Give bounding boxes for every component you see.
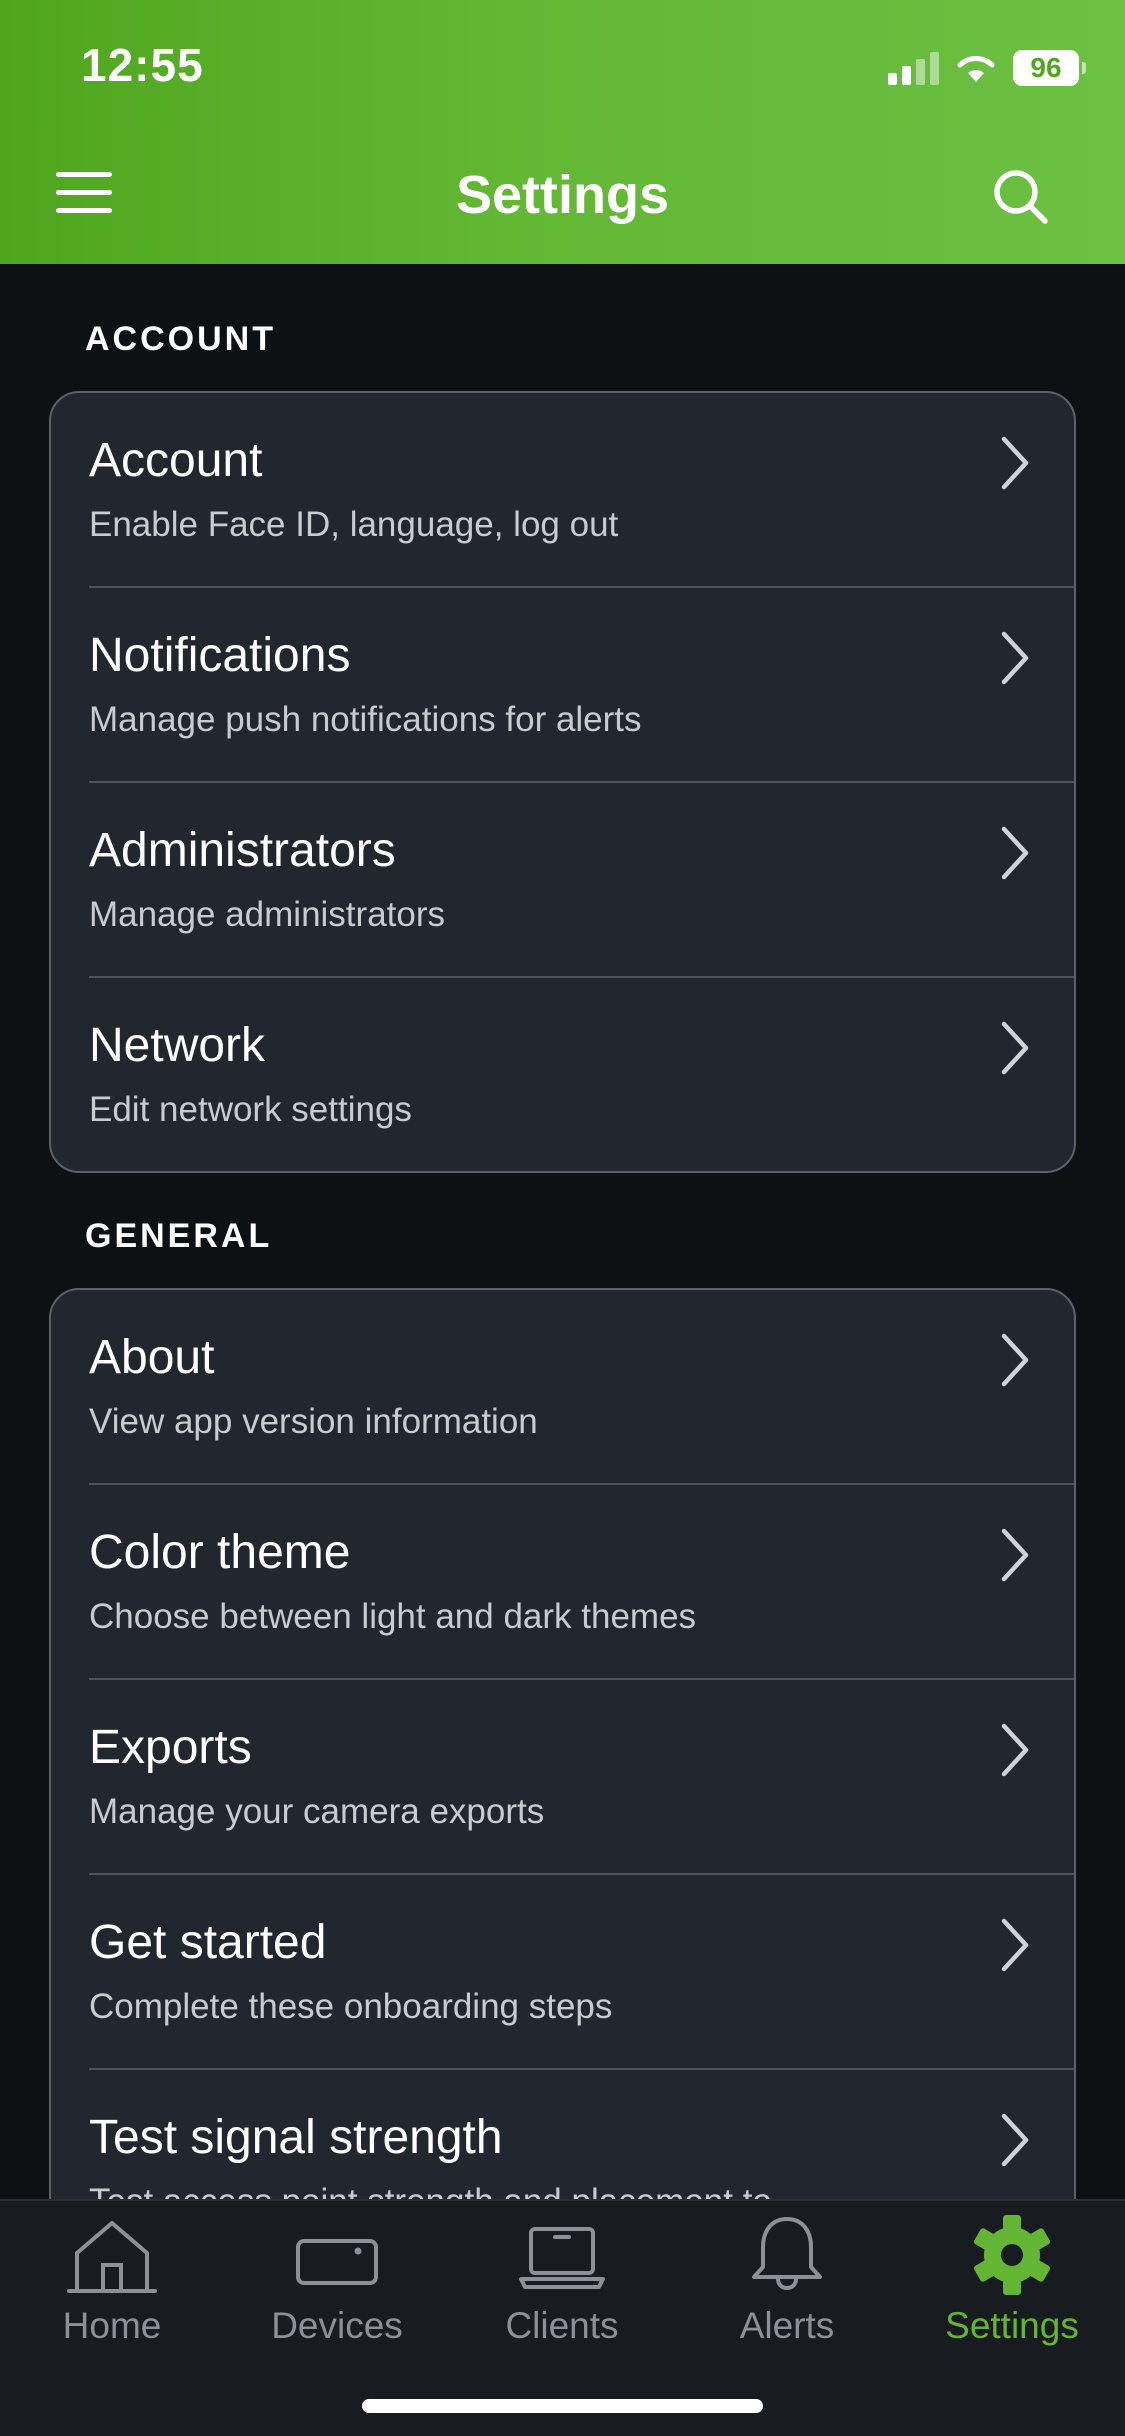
tab-label: Home <box>62 2305 162 2346</box>
chevron-right-icon <box>1001 2113 1029 2167</box>
row-subtitle: Enable Face ID, language, log out <box>89 505 619 544</box>
home-icon <box>67 2221 157 2293</box>
row-subtitle: Manage push notifications for alerts <box>89 700 642 739</box>
chevron-right-icon <box>1001 1021 1029 1075</box>
chevron-right-icon <box>1001 436 1029 490</box>
settings-row-administrators[interactable]: Administrators Manage administrators <box>51 783 1074 978</box>
row-title: Color theme <box>89 1526 351 1579</box>
status-time: 12:55 <box>81 39 204 91</box>
cellular-signal-icon <box>888 51 939 85</box>
settings-row-about[interactable]: About View app version information <box>51 1290 1074 1485</box>
account-settings-card: Account Enable Face ID, language, log ou… <box>49 391 1076 1173</box>
chevron-right-icon <box>1001 1723 1029 1777</box>
chevron-right-icon <box>1001 1333 1029 1387</box>
tab-home[interactable]: Home <box>12 2215 212 2365</box>
battery-indicator: 96 <box>1013 50 1086 86</box>
tab-settings[interactable]: Settings <box>912 2215 1112 2365</box>
chevron-right-icon <box>1001 826 1029 880</box>
header: 12:55 96 Settings <box>0 0 1125 264</box>
row-title: Account <box>89 434 263 487</box>
tab-label: Clients <box>505 2305 619 2346</box>
section-label-general: GENERAL <box>85 1217 273 1255</box>
row-title: Test signal strength <box>89 2111 503 2164</box>
row-subtitle: View app version information <box>89 1402 538 1441</box>
wifi-icon <box>957 56 995 82</box>
row-subtitle: Manage administrators <box>89 895 445 934</box>
settings-row-get-started[interactable]: Get started Complete these onboarding st… <box>51 1875 1074 2070</box>
settings-row-network[interactable]: Network Edit network settings <box>51 978 1074 1171</box>
tab-devices[interactable]: Devices <box>237 2215 437 2365</box>
row-subtitle: Choose between light and dark themes <box>89 1597 697 1636</box>
settings-row-color-theme[interactable]: Color theme Choose between light and dar… <box>51 1485 1074 1680</box>
row-subtitle: Complete these onboarding steps <box>89 1987 613 2026</box>
tab-alerts[interactable]: Alerts <box>687 2215 887 2365</box>
page-title: Settings <box>455 165 670 225</box>
tab-label: Devices <box>271 2305 403 2346</box>
row-title: Notifications <box>89 629 351 682</box>
row-title: About <box>89 1331 215 1384</box>
row-title: Get started <box>89 1916 327 1969</box>
chevron-right-icon <box>1001 1528 1029 1582</box>
chevron-right-icon <box>1001 1918 1029 1972</box>
row-subtitle: Manage your camera exports <box>89 1792 545 1831</box>
device-icon <box>296 2239 378 2285</box>
chevron-right-icon <box>1001 631 1029 685</box>
home-indicator[interactable] <box>362 2399 763 2413</box>
row-title: Administrators <box>89 824 396 877</box>
settings-screen: 12:55 96 Settings ACCOUNT Account Enable… <box>0 0 1125 2436</box>
settings-row-account[interactable]: Account Enable Face ID, language, log ou… <box>51 393 1074 588</box>
row-title: Network <box>89 1019 266 1072</box>
gear-icon <box>973 2215 1051 2295</box>
row-title: Exports <box>89 1721 252 1774</box>
settings-row-exports[interactable]: Exports Manage your camera exports <box>51 1680 1074 1875</box>
row-subtitle: Edit network settings <box>89 1090 412 1129</box>
bell-icon <box>752 2217 822 2290</box>
settings-row-notifications[interactable]: Notifications Manage push notifications … <box>51 588 1074 783</box>
laptop-icon <box>519 2227 605 2289</box>
tab-clients[interactable]: Clients <box>462 2215 662 2365</box>
search-icon[interactable] <box>990 166 1052 228</box>
status-icons: 96 <box>888 48 1086 88</box>
tab-label: Alerts <box>739 2305 835 2346</box>
section-label-account: ACCOUNT <box>85 320 276 358</box>
tab-label: Settings <box>945 2305 1079 2346</box>
